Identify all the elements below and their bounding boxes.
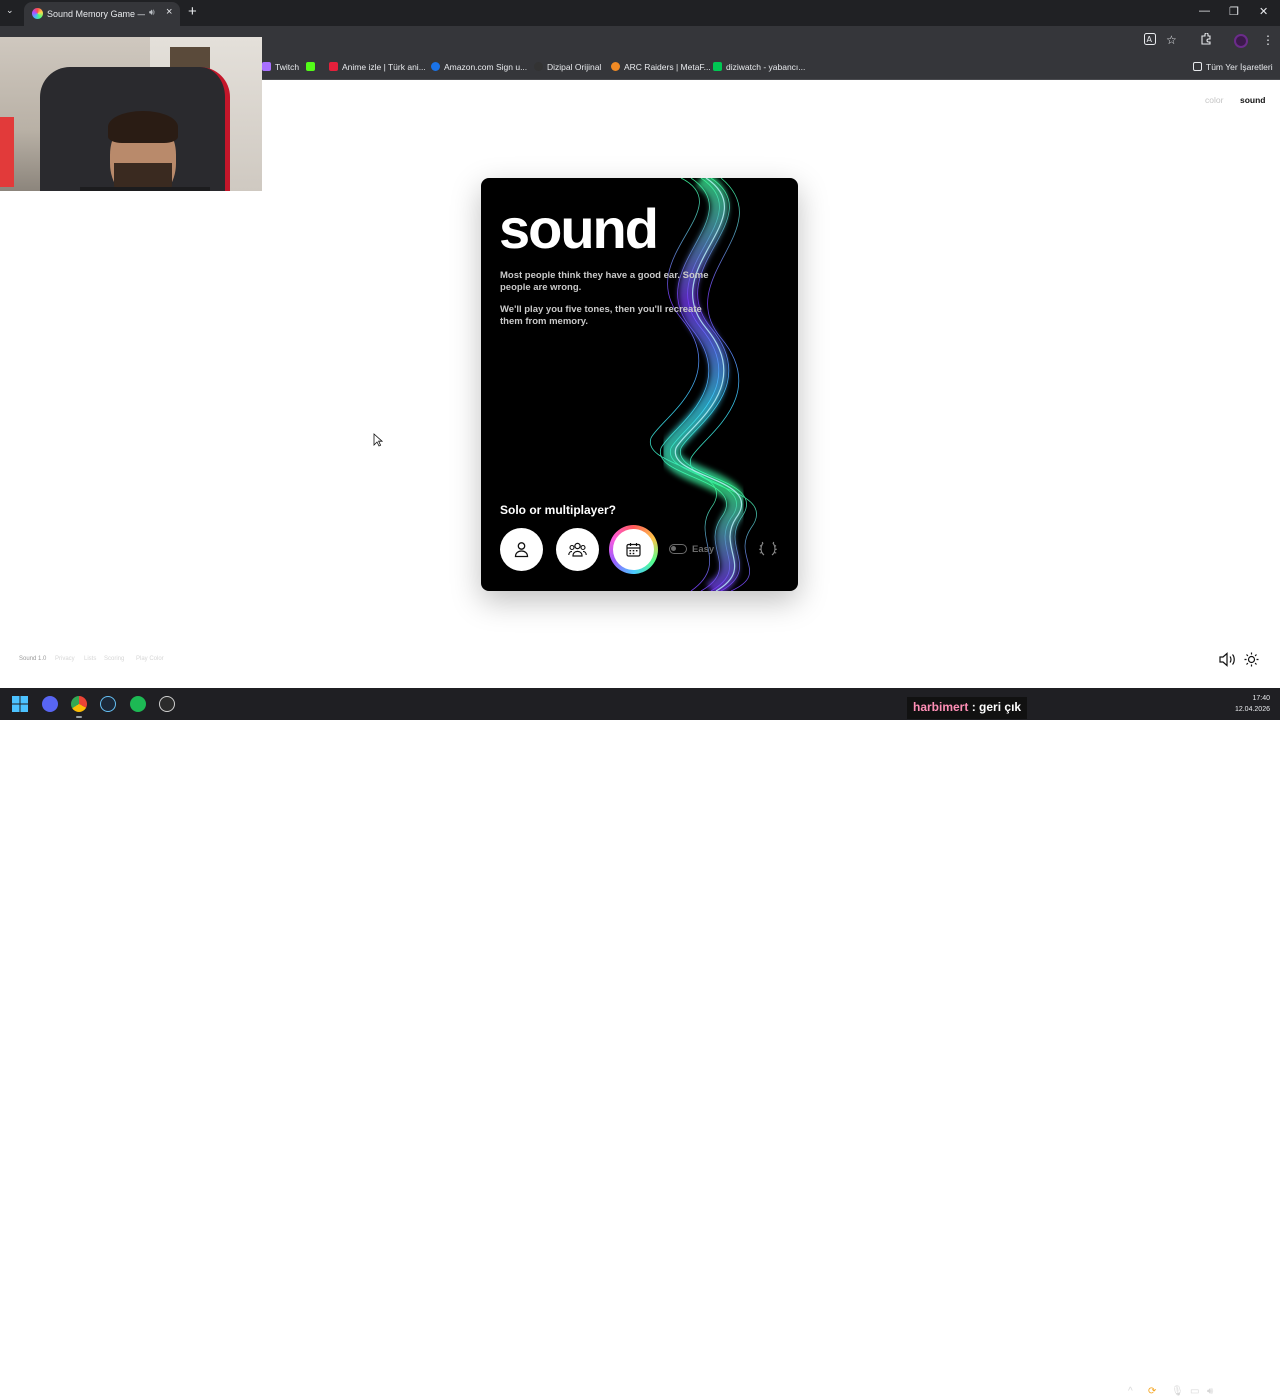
diziwatch-icon: [713, 62, 722, 71]
group-icon: [568, 542, 587, 557]
obs-icon[interactable]: [159, 696, 175, 712]
anime-site-icon: [329, 62, 338, 71]
chat-username: harbimert: [913, 700, 969, 714]
bookmark-item[interactable]: ARC Raiders | MetaF...: [611, 62, 711, 72]
webcam-hair: [108, 111, 178, 143]
daily-challenge-button[interactable]: [609, 525, 658, 574]
bookmark-item[interactable]: [306, 62, 319, 72]
footer-play-color-link[interactable]: Play Color: [136, 656, 164, 662]
sound-game-card: sound Most people think they have a good…: [481, 178, 798, 591]
person-icon: [514, 542, 529, 558]
arc-raiders-icon: [611, 62, 620, 71]
close-tab-icon[interactable]: ×: [166, 6, 172, 18]
tray-volume-icon[interactable]: 🔊︎: [1207, 1386, 1213, 1397]
bookmark-item[interactable]: diziwatch - yabancı...: [713, 62, 805, 72]
intro-text-2: We'll play you five tones, then you'll r…: [500, 304, 702, 327]
calendar-icon: [626, 543, 641, 557]
bookmark-item[interactable]: Amazon.com Sign u...: [431, 62, 527, 72]
sound-wave-graphic: [650, 178, 757, 591]
intro-text-1: Most people think they have a good ear. …: [500, 270, 709, 293]
tray-overflow-icon[interactable]: ^: [1128, 1386, 1133, 1397]
bookmark-item[interactable]: Anime izle | Türk ani...: [329, 62, 426, 72]
amazon-icon: [431, 62, 440, 71]
tray-network-icon[interactable]: ▭: [1190, 1386, 1199, 1397]
windows-taskbar: ^ ⟳ 🎙︎ ▭ 🔊︎: [0, 688, 1280, 1397]
clock-date: 12.04.2026: [1234, 706, 1270, 713]
window-close-icon[interactable]: ✕: [1259, 5, 1268, 18]
chat-separator: :: [971, 700, 976, 714]
restore-icon[interactable]: ❐: [1229, 5, 1239, 18]
profile-avatar[interactable]: [1234, 34, 1248, 48]
tab-sound-memory-game[interactable]: Sound Memory Game — H 🔊︎ ×: [24, 2, 180, 26]
all-bookmarks[interactable]: Tüm Yer İşaretleri: [1193, 62, 1273, 72]
daily-challenge-inner: [613, 529, 654, 570]
browser-menu-icon[interactable]: ⋮: [1262, 33, 1274, 47]
nav-color-link[interactable]: color: [1205, 95, 1223, 105]
dizipal-icon: [534, 62, 543, 71]
twitch-icon: [262, 62, 271, 71]
chrome-icon[interactable]: [71, 696, 87, 712]
webcam-overlay: [0, 37, 262, 191]
svg-text:A: A: [1147, 35, 1153, 44]
solo-button[interactable]: [500, 528, 543, 571]
bookmark-item[interactable]: Dizipal Orijinal: [534, 62, 601, 72]
tray-sync-icon[interactable]: ⟳: [1148, 1386, 1156, 1397]
site-favicon-icon: [32, 8, 43, 19]
new-tab-button[interactable]: +: [188, 3, 197, 20]
game-title: sound: [499, 197, 659, 260]
bookmark-item[interactable]: Twitch: [262, 62, 299, 72]
footer-privacy-link[interactable]: Privacy: [55, 656, 75, 662]
minimize-icon[interactable]: —: [1199, 5, 1210, 17]
brightness-sun-icon[interactable]: [1244, 652, 1259, 667]
webcam-shirt: [80, 187, 210, 191]
mode-question: Solo or multiplayer?: [500, 503, 617, 517]
tray-mic-icon[interactable]: 🎙︎: [1171, 1386, 1184, 1397]
footer-scoring-link[interactable]: Scoring: [104, 656, 124, 662]
folder-icon: [1193, 62, 1202, 71]
multiplayer-button[interactable]: [556, 528, 599, 571]
speaker-icon[interactable]: 🔊︎: [149, 7, 155, 18]
clock-time: 17:40: [1252, 695, 1270, 702]
bookmark-star-icon[interactable]: ☆: [1166, 33, 1177, 47]
system-clock[interactable]: 17:40 12.04.2026: [1228, 693, 1270, 715]
browser-tab-bar: ⌄ Sound Memory Game — H 🔊︎ × + — ❐ ✕: [0, 0, 1280, 26]
windows-start-icon[interactable]: [12, 696, 28, 712]
stream-chat-overlay: harbimert : geri çık: [907, 697, 1028, 719]
steam-icon[interactable]: [100, 696, 116, 712]
volume-icon[interactable]: [1219, 652, 1236, 667]
webcam-red-object: [0, 117, 14, 187]
chrome-running-indicator: [76, 716, 82, 718]
nav-sound-link[interactable]: sound: [1240, 95, 1266, 105]
easy-mode-toggle[interactable]: [669, 544, 687, 554]
footer-lists-link[interactable]: Lists: [84, 656, 96, 662]
chat-message: geri çık: [979, 700, 1022, 714]
footer-version: Sound 1.0: [19, 656, 47, 662]
discord-icon[interactable]: [42, 696, 58, 712]
tab-search-icon[interactable]: ⌄: [6, 5, 14, 16]
mouse-cursor-icon: [373, 433, 383, 447]
easy-mode-label: Easy: [692, 544, 715, 555]
tab-title: Sound Memory Game — H: [47, 9, 145, 19]
spotify-icon[interactable]: [130, 696, 146, 712]
extensions-icon[interactable]: [1200, 32, 1212, 48]
translate-icon[interactable]: A: [1144, 33, 1156, 48]
kick-icon: [306, 62, 315, 71]
laurel-wreath-icon[interactable]: [759, 541, 777, 557]
